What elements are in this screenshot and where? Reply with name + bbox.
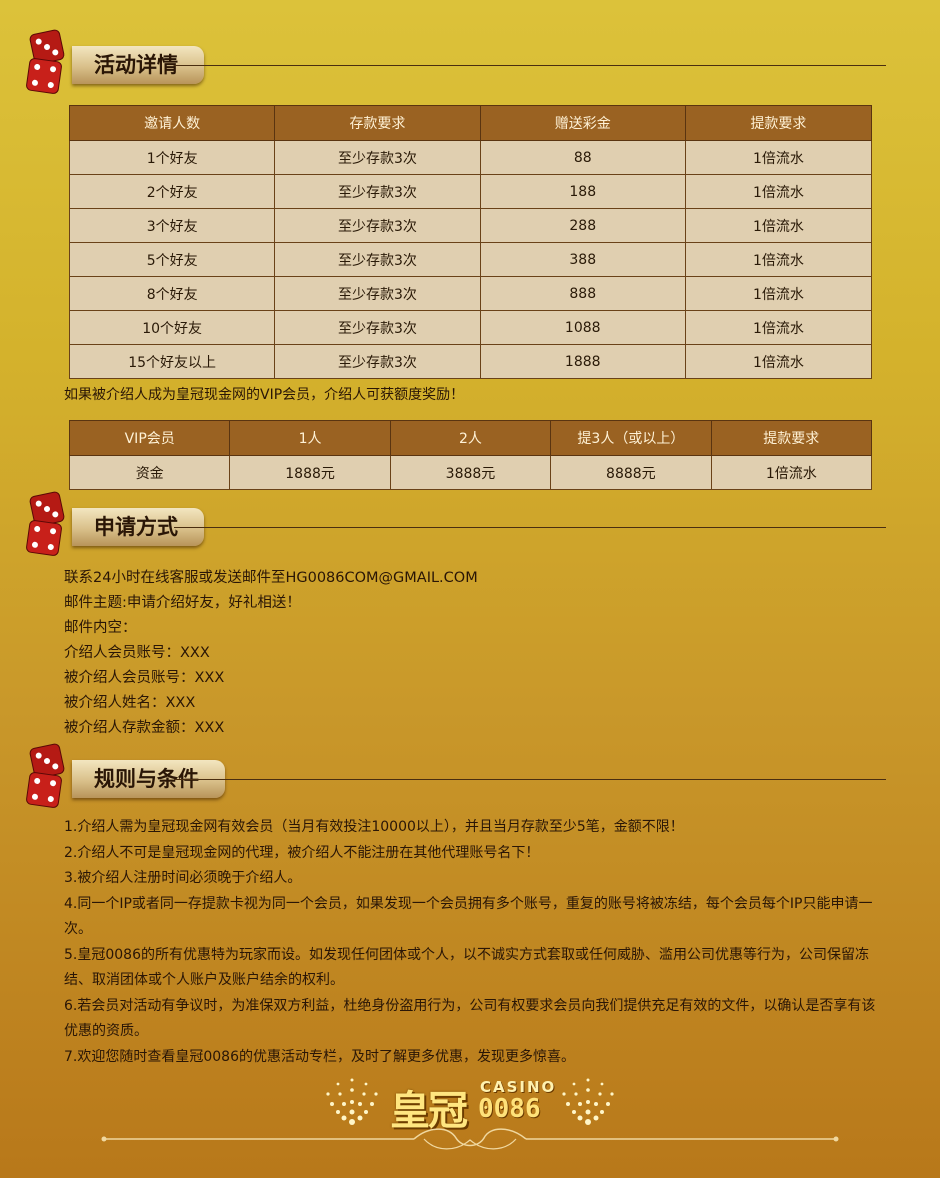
table-cell: 1倍流水: [684, 344, 873, 379]
column-header: 提款要求: [710, 420, 873, 456]
instruction-line: 邮件主题:申请介绍好友，好礼相送！: [64, 595, 301, 611]
rule-item: 5.皇冠0086的所有优惠特为玩家而设。如发现任何团体或个人，以不诚实方式套取或…: [64, 946, 869, 989]
table-row: 15个好友以上 至少存款3次 1888 1倍流水: [68, 344, 873, 379]
table-cell: 1个好友: [68, 140, 276, 175]
rules-list: 1.介绍人需为皇冠现金网有效会员（当月有效投注10000以上），并且当月存款至少…: [64, 815, 884, 1070]
logo-number-text: 0086: [478, 1094, 541, 1124]
table-row: 5个好友 至少存款3次 388 1倍流水: [68, 242, 873, 277]
section-header-rules: 规则与条件: [24, 742, 886, 812]
rule-item: 2.介绍人不可是皇冠现金网的代理，被介绍人不能注册在其他代理账号名下！: [64, 844, 540, 861]
table-cell: 1倍流水: [684, 208, 873, 243]
column-header: 2人: [389, 420, 552, 456]
column-header: 1人: [229, 420, 391, 456]
section-header-activity: 活动详情: [24, 28, 886, 98]
crown-fan-left-icon: [326, 1078, 378, 1125]
table-cell: 388: [479, 242, 686, 277]
instruction-line: 被介绍人会员账号：XXX: [64, 670, 225, 686]
footer-ornament: [101, 1128, 839, 1150]
instruction-line: 介绍人会员账号：XXX: [64, 645, 210, 661]
vip-reward-table: VIP会员 1人 2人 提3人（或以上） 提款要求 资金 1888元 3888元 8888元 1…: [68, 420, 873, 490]
table-cell: 1倍流水: [684, 276, 873, 311]
instruction-line: 邮件内空：: [64, 620, 137, 636]
table-row: 2个好友 至少存款3次 188 1倍流水: [68, 174, 873, 209]
table-cell: 至少存款3次: [274, 140, 481, 175]
table-cell: 8个好友: [68, 276, 276, 311]
footer-logo: 皇冠 CASINO 0086: [320, 1074, 620, 1134]
table-row: 10个好友 至少存款3次 1088 1倍流水: [68, 310, 873, 345]
instruction-line: 被介绍人姓名：XXX: [64, 695, 196, 711]
column-header: 提款要求: [684, 105, 873, 141]
table-cell: 至少存款3次: [274, 208, 481, 243]
table-cell: 1888: [479, 344, 686, 379]
crown-fan-right-icon: [562, 1078, 614, 1125]
instruction-line: 被介绍人存款金额：XXX: [64, 720, 225, 736]
rule-item: 1.介绍人需为皇冠现金网有效会员（当月有效投注10000以上），并且当月存款至少…: [64, 819, 684, 835]
table-row: 3个好友 至少存款3次 288 1倍流水: [68, 208, 873, 243]
table-row: 1个好友 至少存款3次 88 1倍流水: [68, 140, 873, 175]
table-cell: 288: [479, 208, 686, 243]
table-cell: 1倍流水: [684, 140, 873, 175]
divider: [174, 527, 886, 528]
table-cell: 资金: [68, 455, 231, 490]
table-cell: 88: [479, 140, 686, 175]
table-cell: 1倍流水: [710, 455, 873, 490]
table-row: 8个好友 至少存款3次 888 1倍流水: [68, 276, 873, 311]
column-header: 赠送彩金: [479, 105, 686, 141]
column-header: VIP会员: [68, 420, 231, 456]
table-cell: 至少存款3次: [274, 344, 481, 379]
table-cell: 888: [479, 276, 686, 311]
apply-instructions: 联系24小时在线客服或发送邮件至HG0086COM@GMAIL.COM 邮件主题:…: [64, 566, 478, 741]
reward-table: 邀请人数 存款要求 赠送彩金 提款要求 1个好友 至少存款3次 88 1倍流水 2个好友 至少存…: [68, 105, 873, 379]
rule-item: 4.同一个IP或者同一存提款卡视为同一个会员，如果发现一个会员拥有多个账号，重复…: [64, 895, 873, 938]
table-cell: 1倍流水: [684, 242, 873, 277]
rule-item: 6.若会员对活动有争议时，为准保双方利益，杜绝身份盗用行为，公司有权要求会员向我…: [64, 997, 876, 1040]
rule-item: 7.欢迎您随时查看皇冠0086的优惠活动专栏，及时了解更多优惠，发现更多惊喜。: [64, 1048, 575, 1065]
table-cell: 1088: [479, 310, 686, 345]
table-cell: 3888元: [389, 455, 552, 490]
vip-note: 如果被介绍人成为皇冠现金网的VIP会员，介绍人可获额度奖励！: [64, 387, 465, 403]
table-row: 资金 1888元 3888元 8888元 1倍流水: [68, 455, 873, 490]
instruction-line: 联系24小时在线客服或发送邮件至HG0086COM@GMAIL.COM: [64, 570, 478, 586]
table-cell: 1888元: [229, 455, 391, 490]
rule-item: 3.被介绍人注册时间必须晚于介绍人。: [64, 870, 302, 886]
table-cell: 至少存款3次: [274, 276, 481, 311]
divider: [174, 65, 886, 66]
table-cell: 1倍流水: [684, 174, 873, 209]
column-header: 邀请人数: [68, 105, 276, 141]
divider: [174, 779, 886, 780]
table-cell: 188: [479, 174, 686, 209]
table-cell: 8888元: [550, 455, 712, 490]
table-cell: 3个好友: [68, 208, 276, 243]
section-header-apply: 申请方式: [24, 490, 886, 560]
table-cell: 15个好友以上: [68, 344, 276, 379]
table-cell: 5个好友: [68, 242, 276, 277]
table-cell: 至少存款3次: [274, 174, 481, 209]
column-header: 存款要求: [274, 105, 481, 141]
table-cell: 1倍流水: [684, 310, 873, 345]
table-cell: 至少存款3次: [274, 242, 481, 277]
column-header: 提3人（或以上）: [550, 420, 712, 456]
table-cell: 10个好友: [68, 310, 276, 345]
table-cell: 至少存款3次: [274, 310, 481, 345]
table-cell: 2个好友: [68, 174, 276, 209]
